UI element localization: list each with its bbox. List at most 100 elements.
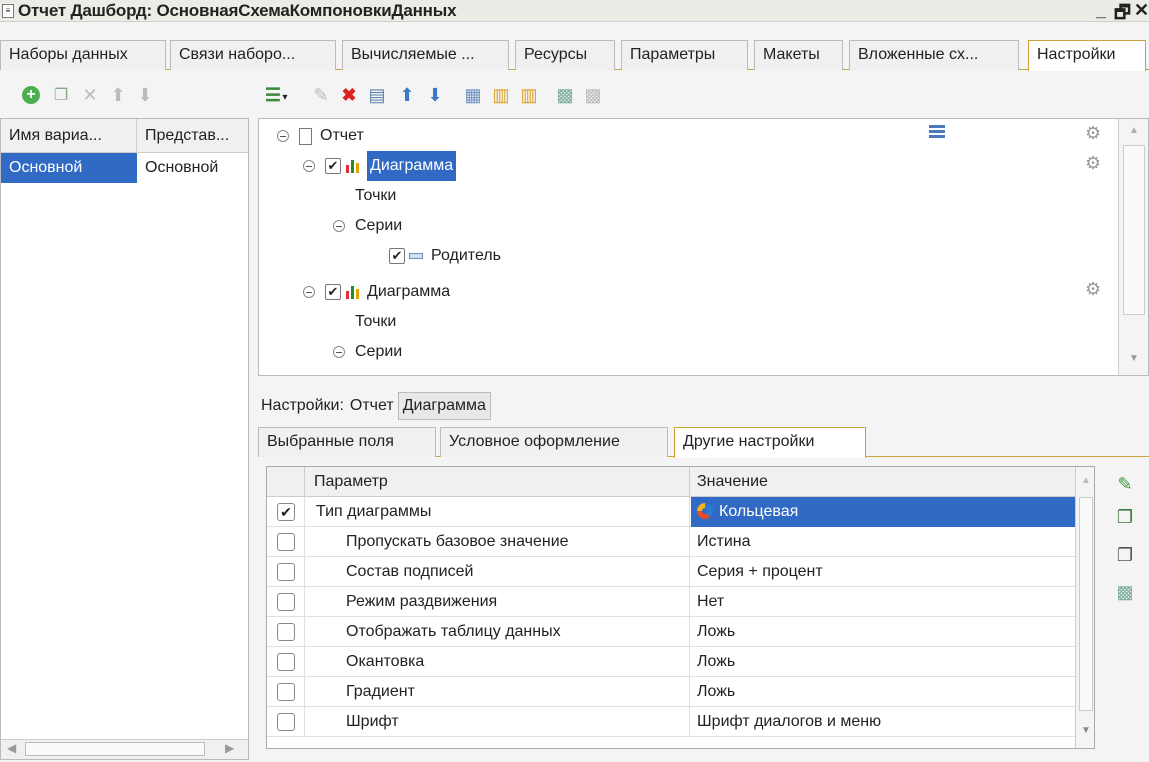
grid-vertical-scrollbar[interactable]: ▲ ▼: [1075, 467, 1094, 748]
scroll-right-icon[interactable]: ▶: [225, 741, 234, 755]
chart-2-checkbox[interactable]: ✔: [325, 284, 341, 300]
move-down-icon[interactable]: ⬇: [134, 84, 156, 106]
add-table-icon[interactable]: ▩: [582, 84, 604, 106]
table-row[interactable]: Шрифт Шрифт диалогов и меню: [267, 707, 1075, 737]
table-row[interactable]: Состав подписей Серия + процент: [267, 557, 1075, 587]
column-header-presentation[interactable]: Представ...: [137, 119, 248, 153]
scroll-down-icon[interactable]: ▼: [1081, 725, 1091, 736]
row-checkbox[interactable]: [277, 683, 295, 701]
scroll-up-icon[interactable]: ▲: [1129, 125, 1139, 136]
chart-1-checkbox[interactable]: ✔: [325, 158, 341, 174]
collapse-icon[interactable]: [303, 286, 315, 298]
tab-selected-fields[interactable]: Выбранные поля: [258, 427, 436, 457]
edit-icon[interactable]: ✎: [310, 84, 332, 106]
properties-icon[interactable]: ▤: [366, 84, 388, 106]
tab-parameters[interactable]: Параметры: [621, 40, 748, 70]
tab-dataset-links[interactable]: Связи наборо...: [170, 40, 336, 70]
variant-presentation-cell[interactable]: Основной: [137, 153, 248, 183]
table-row[interactable]: Пропускать базовое значение Истина: [267, 527, 1075, 557]
settings-icon[interactable]: ⚙: [1085, 279, 1101, 300]
tab-conditional-formatting[interactable]: Условное оформление: [440, 427, 668, 457]
settings-chart-button[interactable]: Диаграмма: [397, 392, 491, 420]
move-down-icon[interactable]: ⬇: [424, 84, 446, 106]
uncheck-all-icon[interactable]: ❐: [1113, 543, 1137, 567]
group-down-icon[interactable]: ▥: [518, 84, 540, 106]
row-checkbox[interactable]: [277, 653, 295, 671]
table-row[interactable]: Градиент Ложь: [267, 677, 1075, 707]
table-row[interactable]: Режим раздвижения Нет: [267, 587, 1075, 617]
scroll-left-icon[interactable]: ◀: [7, 741, 16, 755]
horizontal-scrollbar[interactable]: ◀ ▶: [1, 739, 248, 759]
tree-node-parent[interactable]: ✔ Родитель: [389, 241, 501, 271]
tree-node-chart-1[interactable]: ✔ Диаграмма: [303, 151, 457, 181]
column-header-name[interactable]: Имя вариа...: [1, 119, 137, 153]
move-up-icon[interactable]: ⬆: [107, 84, 129, 106]
tab-templates[interactable]: Макеты: [754, 40, 843, 70]
close-button[interactable]: ✕: [1134, 0, 1149, 21]
row-checkbox[interactable]: [277, 623, 295, 641]
value-text: Кольцевая: [719, 503, 799, 520]
tree-node-report[interactable]: Отчет: [277, 121, 364, 151]
table-row[interactable]: ✔ Тип диаграммы Кольцевая: [267, 497, 1075, 527]
value-cell[interactable]: Нет: [691, 587, 1075, 617]
value-cell[interactable]: Ложь: [691, 677, 1075, 707]
row-checkbox[interactable]: [277, 533, 295, 551]
tree-node-points-1[interactable]: Точки: [355, 181, 396, 211]
scroll-down-icon[interactable]: ▼: [1129, 353, 1139, 364]
collapse-icon[interactable]: [277, 130, 289, 142]
settings-report-link[interactable]: Отчет: [350, 397, 394, 415]
row-checkbox[interactable]: [277, 713, 295, 731]
tab-settings[interactable]: Настройки: [1028, 40, 1146, 71]
collapse-icon[interactable]: [333, 346, 345, 358]
minimize-button[interactable]: _: [1096, 0, 1106, 21]
scroll-thumb[interactable]: [25, 742, 205, 756]
value-cell[interactable]: Кольцевая: [691, 497, 1075, 527]
group-up-icon[interactable]: ▥: [490, 84, 512, 106]
tree-node-series-2[interactable]: Серии: [333, 337, 402, 367]
settings-icon[interactable]: ⚙: [1085, 123, 1101, 144]
restore-button[interactable]: 🗗: [1114, 0, 1131, 30]
variant-name-cell[interactable]: Основной: [1, 153, 137, 183]
edit-pencil-icon[interactable]: ✎: [1113, 472, 1137, 496]
add-icon[interactable]: +: [20, 84, 42, 106]
tree-node-chart-2[interactable]: ✔ Диаграмма: [303, 277, 450, 307]
parent-checkbox[interactable]: ✔: [389, 248, 405, 264]
tree-node-series-1[interactable]: Серии: [333, 211, 402, 241]
column-header-value[interactable]: Значение: [691, 467, 1075, 497]
tab-nested-schemas[interactable]: Вложенные сх...: [849, 40, 1019, 70]
row-checkbox[interactable]: [277, 563, 295, 581]
move-up-icon[interactable]: ⬆: [396, 84, 418, 106]
copy-icon[interactable]: ❐: [50, 84, 72, 106]
structure-icon[interactable]: ▦: [462, 84, 484, 106]
column-header-parameter[interactable]: Параметр: [306, 467, 690, 497]
tab-other-settings[interactable]: Другие настройки: [674, 427, 866, 458]
value-cell[interactable]: Ложь: [691, 617, 1075, 647]
value-cell[interactable]: Истина: [691, 527, 1075, 557]
add-chart-icon[interactable]: ▩: [554, 84, 576, 106]
scroll-thumb[interactable]: [1123, 145, 1145, 315]
table-row[interactable]: Отображать таблицу данных Ложь: [267, 617, 1075, 647]
table-row[interactable]: Окантовка Ложь: [267, 647, 1075, 677]
value-cell[interactable]: Серия + процент: [691, 557, 1075, 587]
check-all-icon[interactable]: ❐: [1113, 505, 1137, 529]
tab-calculated-fields[interactable]: Вычисляемые ...: [342, 40, 509, 70]
tab-datasets[interactable]: Наборы данных: [0, 40, 166, 70]
dropdown-arrow-icon[interactable]: ▾: [280, 86, 290, 108]
tree-vertical-scrollbar[interactable]: ▲ ▼: [1118, 119, 1148, 375]
delete-icon[interactable]: ✕: [79, 84, 101, 106]
collapse-icon[interactable]: [303, 160, 315, 172]
value-cell[interactable]: Шрифт диалогов и меню: [691, 707, 1075, 737]
scroll-thumb[interactable]: [1079, 497, 1093, 711]
row-checkbox[interactable]: [277, 593, 295, 611]
value-cell[interactable]: Ложь: [691, 647, 1075, 677]
layout-icon[interactable]: [929, 125, 945, 143]
scroll-up-icon[interactable]: ▲: [1081, 475, 1091, 486]
row-checkbox[interactable]: ✔: [277, 503, 295, 521]
settings-icon[interactable]: ⚙: [1085, 153, 1101, 174]
tree-label-parent: Родитель: [431, 247, 501, 264]
tree-node-points-2[interactable]: Точки: [355, 307, 396, 337]
delete-icon[interactable]: ✖: [338, 84, 360, 106]
collapse-icon[interactable]: [333, 220, 345, 232]
add-setting-icon[interactable]: ▩: [1113, 580, 1137, 604]
tab-resources[interactable]: Ресурсы: [515, 40, 615, 70]
